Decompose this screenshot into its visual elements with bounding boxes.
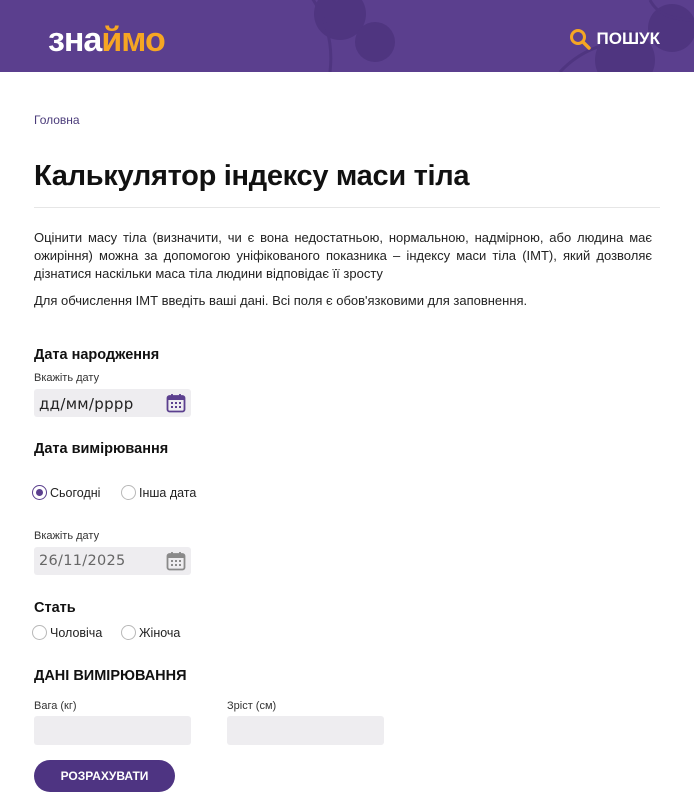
radio-female-circle: [121, 625, 136, 640]
height-input[interactable]: [227, 716, 384, 745]
radio-other-date-circle: [121, 485, 136, 500]
search-button[interactable]: ПОШУК: [569, 26, 660, 52]
birth-date-title: Дата народження: [34, 347, 160, 363]
search-label: ПОШУК: [596, 29, 660, 48]
logo-text-white: зна: [48, 21, 102, 59]
radio-male[interactable]: Чоловіча: [32, 625, 102, 640]
weight-label: Вага (кг): [34, 700, 77, 712]
radio-today-circle: [32, 485, 47, 500]
search-icon: [569, 29, 591, 50]
radio-female-label: Жіноча: [139, 625, 181, 640]
measure-date-hint: Вкажіть дату: [34, 530, 100, 542]
weight-input[interactable]: [34, 716, 191, 745]
radio-male-circle: [32, 625, 47, 640]
breadcrumb-home[interactable]: Головна: [34, 113, 80, 127]
measure-date-value: 26/11/2025: [39, 553, 126, 569]
intro-text: Оцінити масу тіла (визначити, чи є вона …: [34, 230, 652, 281]
birth-date-hint: Вкажіть дату: [34, 372, 100, 384]
radio-today[interactable]: Сьогодні: [32, 485, 100, 500]
logo-text-yellow: ймо: [101, 21, 165, 59]
birth-date-placeholder: дд/мм/рррр: [39, 395, 134, 413]
birth-date-input[interactable]: дд/мм/рррр: [34, 389, 191, 417]
measurements-title: ДАНІ ВИМІРЮВАННЯ: [34, 668, 187, 684]
page-title: Калькулятор індексу маси тіла: [34, 160, 470, 192]
measure-date-title: Дата вимірювання: [34, 441, 169, 457]
calendar-icon[interactable]: [166, 551, 186, 571]
calculate-button[interactable]: РОЗРАХУВАТИ: [34, 760, 175, 792]
radio-other-date[interactable]: Інша дата: [121, 485, 196, 500]
sex-title: Стать: [34, 600, 76, 616]
height-label: Зріст (см): [227, 700, 277, 712]
radio-male-label: Чоловіча: [50, 625, 103, 640]
site-header: знаймо ПОШУК: [0, 0, 694, 72]
radio-female[interactable]: Жіноча: [121, 625, 180, 640]
site-logo[interactable]: знаймо: [48, 20, 166, 60]
title-divider: [34, 207, 660, 208]
radio-today-label: Сьогодні: [50, 485, 101, 500]
measure-date-input[interactable]: 26/11/2025: [34, 547, 191, 575]
instructions-text: Для обчислення ІМТ введіть ваші дані. Вс…: [34, 293, 528, 308]
radio-other-date-label: Інша дата: [139, 485, 197, 500]
calendar-icon[interactable]: [166, 393, 186, 413]
